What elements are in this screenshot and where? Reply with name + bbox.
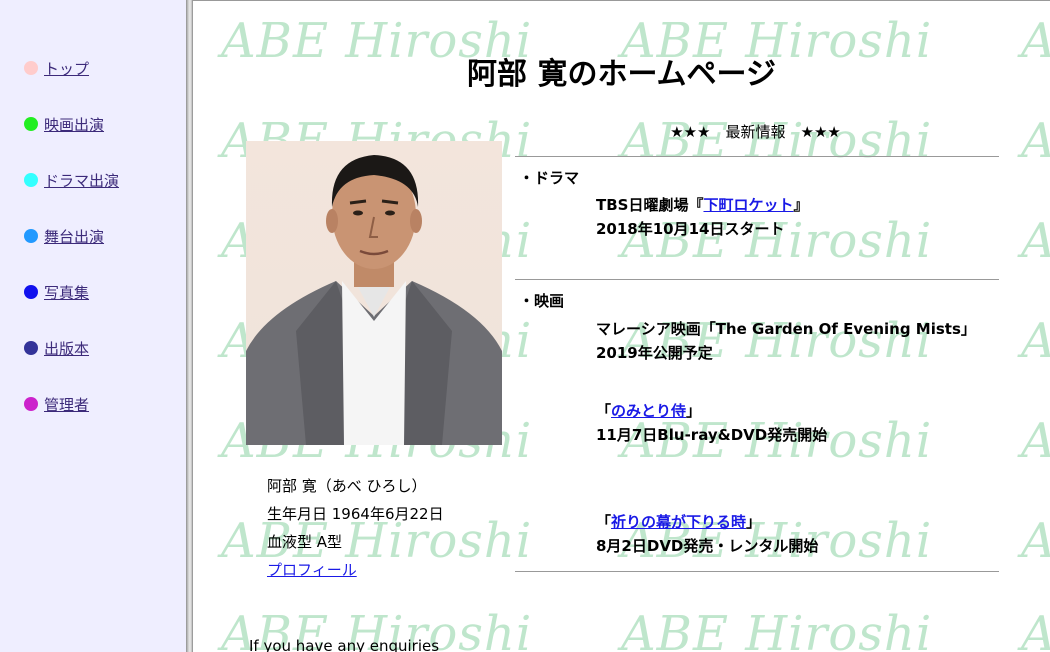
divider bbox=[515, 279, 999, 280]
bullet-icon bbox=[24, 173, 38, 187]
bullet-icon bbox=[24, 341, 38, 355]
watermark: ABE Hiroshi bbox=[621, 606, 933, 652]
watermark: ABE Hiroshi bbox=[1021, 213, 1050, 269]
nav-item-admin[interactable]: 管理者 bbox=[24, 393, 89, 415]
news-detail: 11月7日Blu-ray&DVD発売開始 bbox=[596, 426, 828, 444]
nav-item-photobook[interactable]: 写真集 bbox=[24, 281, 89, 303]
nav-link-admin[interactable]: 管理者 bbox=[44, 394, 89, 415]
profile-birthday: 生年月日 1964年6月22日 bbox=[267, 505, 444, 523]
portrait-photo bbox=[246, 141, 502, 445]
profile-blood-type: 血液型 A型 bbox=[267, 533, 343, 551]
nav-link-books[interactable]: 出版本 bbox=[44, 338, 89, 359]
bullet-icon bbox=[24, 117, 38, 131]
news-text: 「 bbox=[596, 513, 612, 531]
category-drama: ・ドラマ bbox=[519, 169, 580, 187]
nav-link-stage[interactable]: 舞台出演 bbox=[44, 226, 104, 247]
page-title: 阿部 寛のホームページ bbox=[467, 57, 776, 92]
nomitori-zamurai-link[interactable]: のみとり侍 bbox=[611, 402, 686, 420]
inori-no-maku-link[interactable]: 祈りの幕が下りる時 bbox=[611, 513, 746, 531]
news-text: 』 bbox=[793, 196, 809, 214]
profile-link[interactable]: プロフィール bbox=[267, 561, 357, 579]
bullet-icon bbox=[24, 61, 38, 75]
news-item-movie-2: 「のみとり侍」 11月7日Blu-ray&DVD発売開始 bbox=[596, 399, 827, 447]
news-heading: ★★★ 最新情報 ★★★ bbox=[670, 123, 841, 141]
frame-divider[interactable] bbox=[186, 0, 193, 652]
news-detail: 2019年公開予定 bbox=[596, 344, 713, 362]
news-detail: 8月2日DVD発売・レンタル開始 bbox=[596, 537, 819, 555]
watermark: ABE Hiroshi bbox=[1021, 113, 1050, 169]
profile-name: 阿部 寛（あべ ひろし） bbox=[267, 477, 427, 495]
nav-item-stage[interactable]: 舞台出演 bbox=[24, 225, 104, 247]
news-text: 」 bbox=[686, 402, 702, 420]
nav-link-movies[interactable]: 映画出演 bbox=[44, 114, 104, 135]
nav-item-top[interactable]: トップ bbox=[24, 57, 89, 79]
watermark: ABE Hiroshi bbox=[1021, 413, 1050, 469]
category-movie: ・映画 bbox=[519, 292, 565, 310]
nav-link-top[interactable]: トップ bbox=[44, 58, 89, 79]
watermark: ABE Hiroshi bbox=[1021, 513, 1050, 569]
news-text: TBS日曜劇場『 bbox=[596, 196, 704, 214]
news-text: マレーシア映画「The Garden Of Evening Mists」 bbox=[596, 320, 976, 338]
enquiry-text: If you have any enquiries bbox=[249, 637, 440, 652]
bullet-icon bbox=[24, 285, 38, 299]
news-item-drama: TBS日曜劇場『下町ロケット』 2018年10月14日スタート bbox=[596, 193, 809, 241]
news-detail: 2018年10月14日スタート bbox=[596, 220, 785, 238]
news-item-movie-1: マレーシア映画「The Garden Of Evening Mists」 201… bbox=[596, 317, 976, 365]
sidebar-nav: トップ 映画出演 ドラマ出演 舞台出演 写真集 出版本 管理者 bbox=[0, 0, 186, 652]
divider bbox=[515, 156, 999, 157]
bullet-icon bbox=[24, 397, 38, 411]
watermark: ABE Hiroshi bbox=[1021, 313, 1050, 369]
divider bbox=[515, 571, 999, 572]
nav-link-drama[interactable]: ドラマ出演 bbox=[44, 170, 119, 191]
news-text: 」 bbox=[746, 513, 762, 531]
nav-item-movies[interactable]: 映画出演 bbox=[24, 113, 104, 135]
main-content: ABE Hiroshi ABE Hiroshi ABE Hiroshi ABE … bbox=[193, 0, 1050, 652]
bullet-icon bbox=[24, 229, 38, 243]
shitamachi-rocket-link[interactable]: 下町ロケット bbox=[703, 196, 793, 214]
watermark: ABE Hiroshi bbox=[1021, 606, 1050, 652]
nav-item-books[interactable]: 出版本 bbox=[24, 337, 89, 359]
nav-item-drama[interactable]: ドラマ出演 bbox=[24, 169, 119, 191]
news-text: 「 bbox=[596, 402, 612, 420]
news-item-movie-3: 「祈りの幕が下りる時」 8月2日DVD発売・レンタル開始 bbox=[596, 510, 818, 558]
nav-link-photobook[interactable]: 写真集 bbox=[44, 282, 89, 303]
